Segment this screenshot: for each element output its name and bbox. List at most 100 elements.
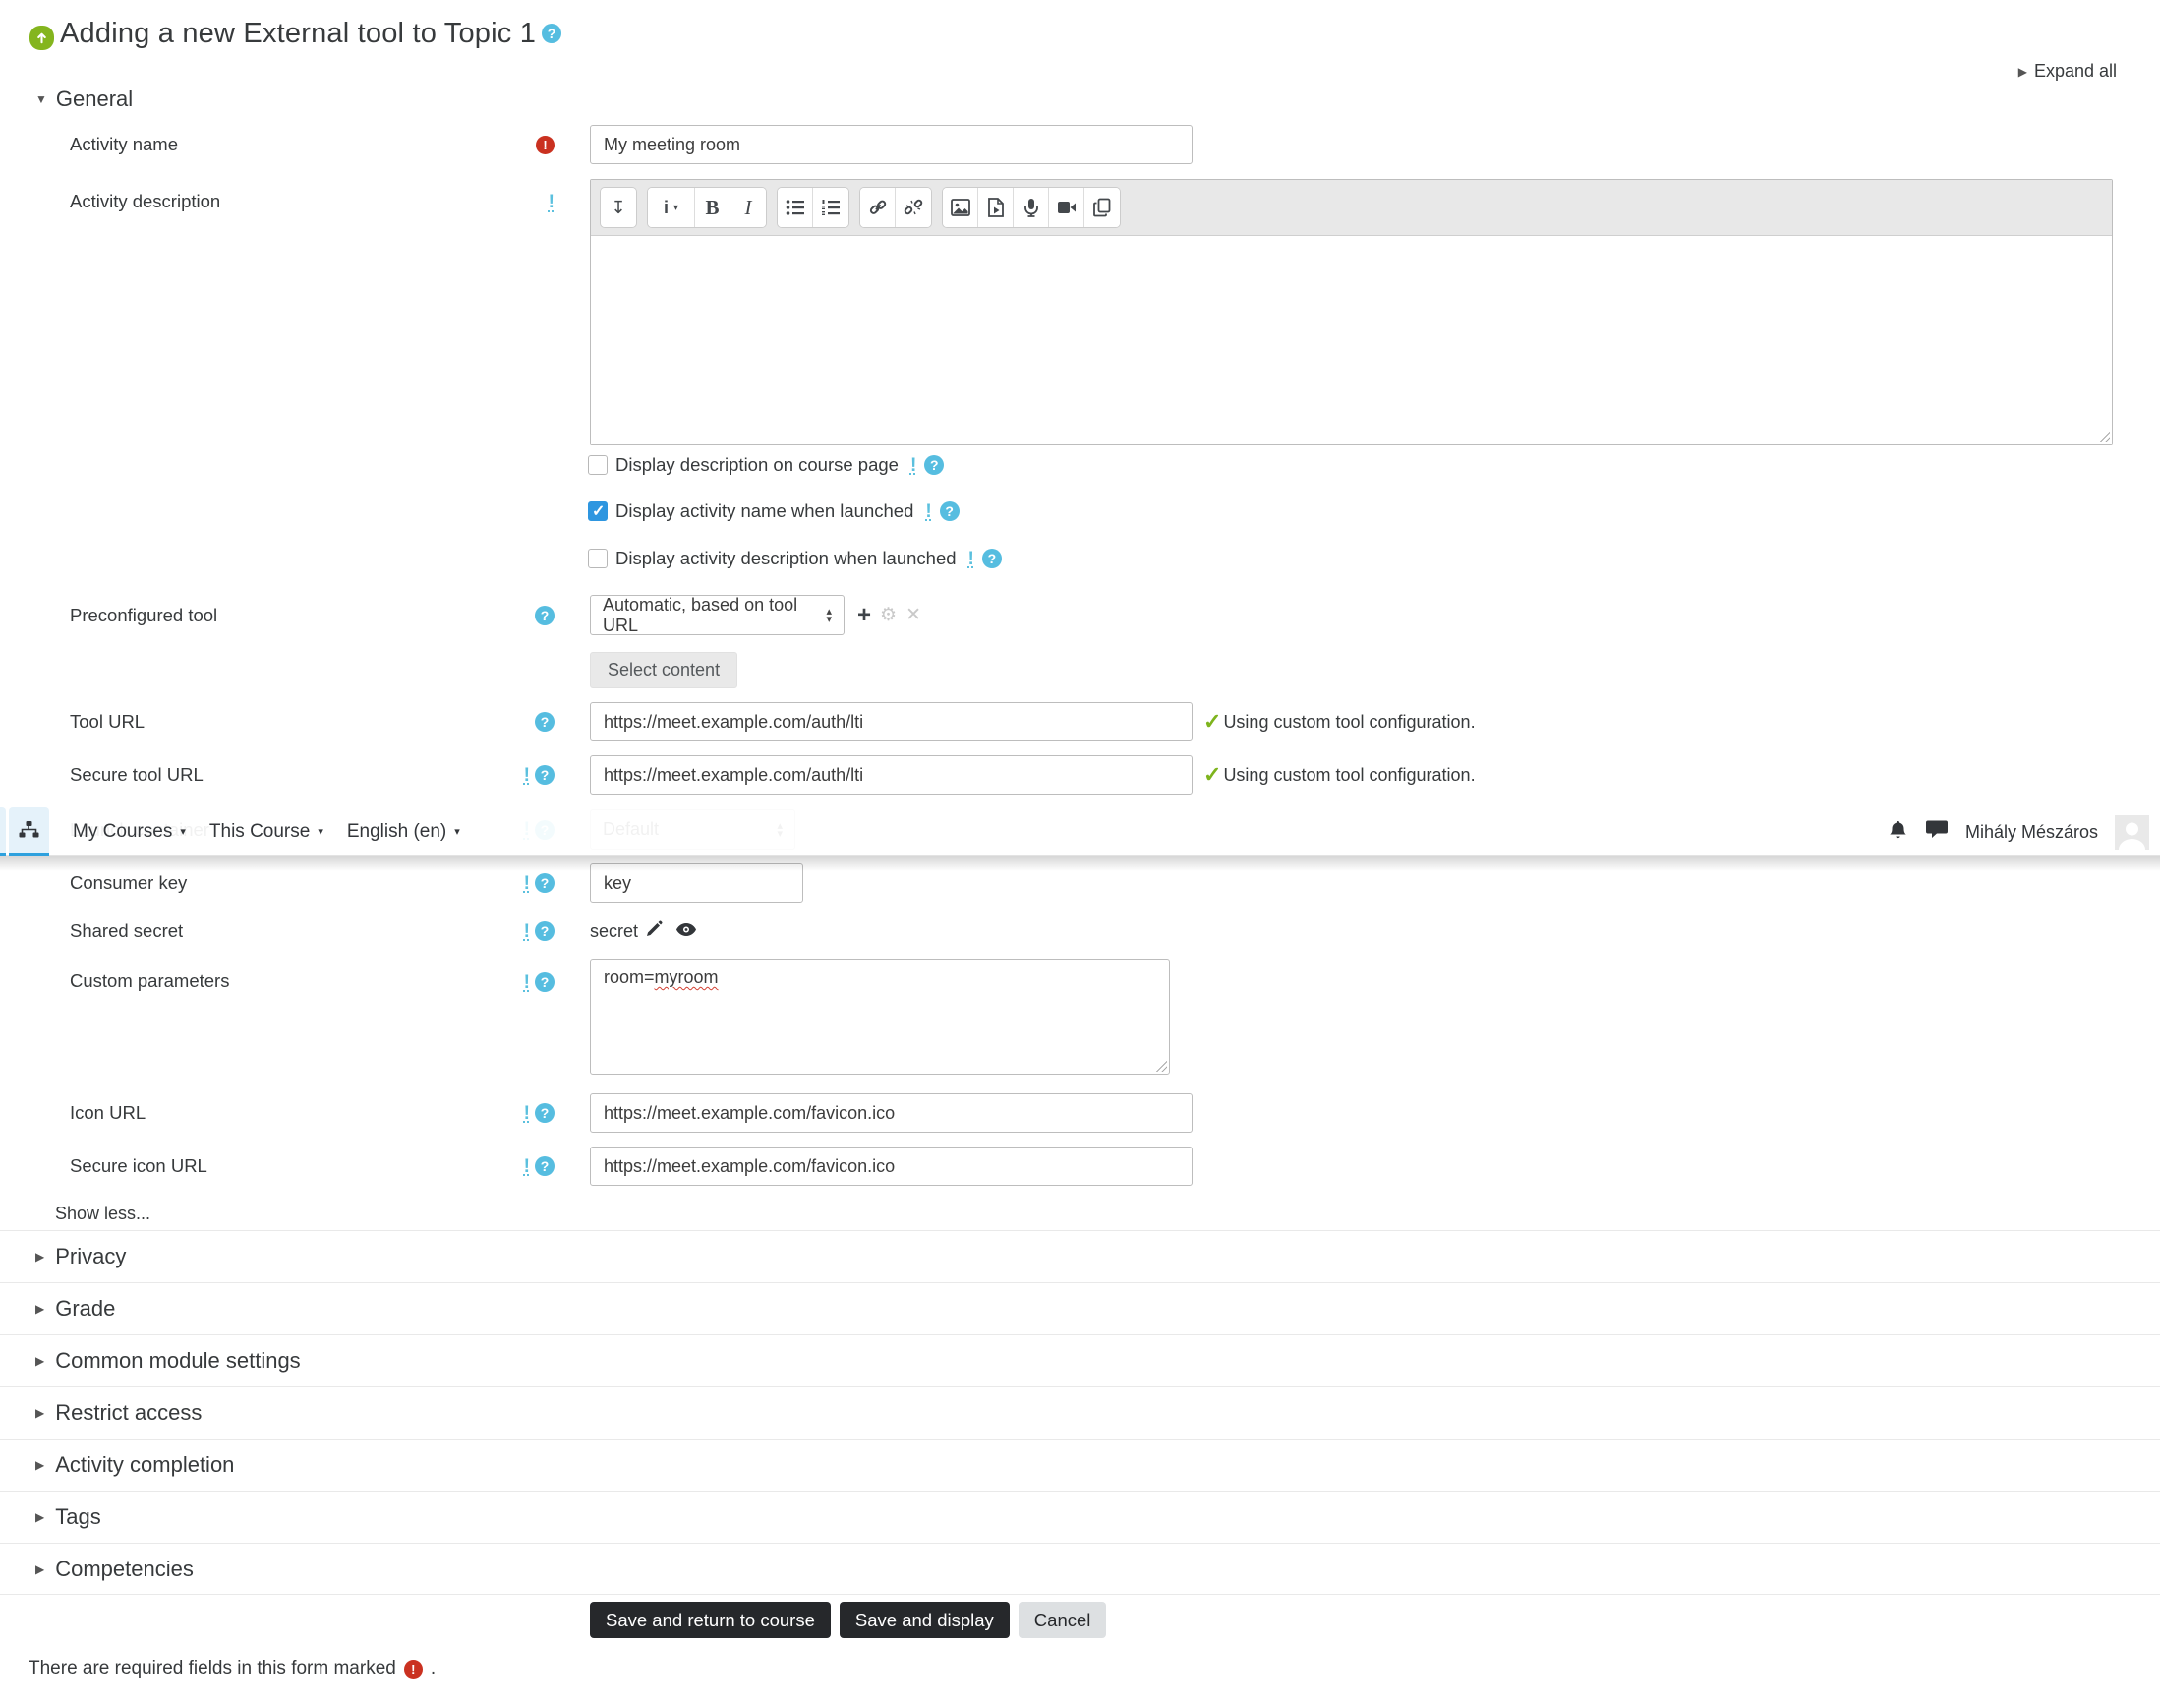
rich-text-editor[interactable]: ↧ i ▾ B I bbox=[590, 179, 2113, 445]
chevron-right-icon: ▶ bbox=[2017, 64, 2027, 79]
chat-icon[interactable] bbox=[1925, 819, 1949, 845]
form-actions: Save and return to course Save and displ… bbox=[590, 1602, 1107, 1638]
preconfigured-tool-row: Preconfigured tool ? Automatic, based on… bbox=[0, 595, 2160, 635]
section-header-privacy[interactable]: ▶ Privacy bbox=[0, 1230, 2160, 1282]
nav-this-course[interactable]: This Course ▾ bbox=[209, 821, 323, 843]
record-audio-icon[interactable] bbox=[1014, 188, 1049, 227]
section-header-competencies[interactable]: ▶ Competencies bbox=[0, 1543, 2160, 1595]
delete-tool-icon: ✕ bbox=[905, 605, 921, 625]
activity-name-label: Activity name bbox=[70, 134, 179, 154]
expand-all-link[interactable]: ▶ Expand all bbox=[2018, 61, 2117, 82]
user-name[interactable]: Mihály Mészáros bbox=[1965, 822, 2098, 843]
image-icon[interactable] bbox=[943, 188, 978, 227]
advanced-icon: ! bbox=[523, 872, 530, 894]
tool-url-input[interactable] bbox=[590, 702, 1193, 741]
advanced-icon: ! bbox=[523, 764, 530, 786]
help-icon[interactable]: ? bbox=[535, 765, 555, 785]
help-icon[interactable]: ? bbox=[981, 549, 1002, 568]
secure-tool-url-status: ✓ Using custom tool configuration. bbox=[1203, 762, 1476, 787]
secure-icon-url-row: Secure icon URL !? bbox=[0, 1147, 2160, 1186]
activity-name-input[interactable] bbox=[590, 125, 1193, 164]
resize-handle[interactable] bbox=[1154, 1059, 1167, 1072]
bullet-list-icon[interactable] bbox=[778, 188, 813, 227]
bold-icon[interactable]: B bbox=[695, 188, 730, 227]
caret-down-icon: ▾ bbox=[454, 826, 460, 838]
checkbox[interactable] bbox=[588, 455, 608, 475]
custom-parameters-textarea[interactable]: room=myroom bbox=[590, 959, 1170, 1075]
help-icon[interactable]: ? bbox=[535, 972, 555, 992]
select-content-button[interactable]: Select content bbox=[590, 652, 738, 688]
unlink-icon[interactable] bbox=[896, 188, 931, 227]
advanced-icon: ! bbox=[909, 454, 917, 476]
avatar[interactable] bbox=[2115, 814, 2149, 850]
bell-icon[interactable] bbox=[1888, 819, 1908, 846]
external-tool-icon bbox=[29, 26, 54, 50]
icon-url-input[interactable] bbox=[590, 1093, 1193, 1133]
display-activity-description-checkbox-row: Display activity description when launch… bbox=[588, 548, 1002, 569]
advanced-icon: ! bbox=[925, 501, 932, 522]
help-icon[interactable]: ? bbox=[535, 605, 555, 625]
caret-down-icon: ▾ bbox=[180, 826, 186, 838]
shared-secret-value: secret bbox=[590, 920, 639, 941]
display-activity-name-checkbox-row: Display activity name when launched ! ? bbox=[588, 501, 960, 522]
shared-secret-label: Shared secret bbox=[70, 920, 184, 941]
consumer-key-label: Consumer key bbox=[70, 872, 188, 893]
help-icon[interactable]: ? bbox=[542, 24, 562, 43]
tool-url-row: Tool URL ? ✓ Using custom tool configura… bbox=[0, 702, 2160, 741]
nav-tab-partial[interactable] bbox=[0, 806, 6, 856]
navbar-shadow bbox=[0, 856, 2160, 871]
checkbox[interactable] bbox=[588, 549, 608, 568]
chevron-right-icon: ▶ bbox=[35, 1561, 45, 1576]
resize-handle[interactable] bbox=[2097, 430, 2110, 442]
nav-language[interactable]: English (en) ▾ bbox=[347, 821, 460, 843]
italic-icon[interactable]: I bbox=[730, 188, 766, 227]
link-icon[interactable] bbox=[860, 188, 896, 227]
checkbox-checked[interactable] bbox=[588, 501, 608, 521]
ordered-list-icon[interactable] bbox=[813, 188, 848, 227]
paragraph-style-icon[interactable]: i ▾ bbox=[648, 188, 695, 227]
required-fields-note: There are required fields in this form m… bbox=[29, 1658, 437, 1679]
help-icon[interactable]: ? bbox=[924, 455, 945, 475]
secure-tool-url-input[interactable] bbox=[590, 755, 1193, 795]
chevron-right-icon: ▶ bbox=[35, 1302, 45, 1316]
manage-files-icon[interactable] bbox=[1084, 188, 1120, 227]
chevron-right-icon: ▶ bbox=[35, 1250, 45, 1264]
section-header-grade[interactable]: ▶ Grade bbox=[0, 1282, 2160, 1334]
advanced-icon: ! bbox=[548, 192, 555, 212]
activity-name-row: Activity name ! bbox=[0, 125, 2160, 164]
editor-content-area[interactable] bbox=[591, 236, 2112, 444]
secure-icon-url-input[interactable] bbox=[590, 1147, 1193, 1186]
section-header-tags[interactable]: ▶ Tags bbox=[0, 1491, 2160, 1543]
help-icon[interactable]: ? bbox=[535, 1156, 555, 1176]
show-secret-eye-icon[interactable] bbox=[675, 921, 697, 942]
help-icon[interactable]: ? bbox=[535, 712, 555, 732]
media-icon[interactable] bbox=[978, 188, 1014, 227]
sitemap-icon[interactable] bbox=[9, 806, 49, 856]
edit-pencil-icon[interactable] bbox=[645, 920, 663, 943]
save-and-display-button[interactable]: Save and display bbox=[839, 1602, 1010, 1638]
misspelled-word: myroom bbox=[654, 968, 719, 987]
navbar: My Courses ▾ This Course ▾ English (en) … bbox=[0, 806, 2160, 856]
secure-tool-url-row: Secure tool URL !? ✓ Using custom tool c… bbox=[0, 755, 2160, 795]
advanced-icon: ! bbox=[523, 972, 530, 993]
chevron-right-icon: ▶ bbox=[35, 1406, 45, 1420]
section-header-activity-completion[interactable]: ▶ Activity completion bbox=[0, 1439, 2160, 1491]
chevron-down-icon: ▼ bbox=[35, 92, 47, 106]
collapse-toolbar-icon[interactable]: ↧ bbox=[601, 188, 636, 227]
check-icon: ✓ bbox=[1203, 762, 1222, 787]
help-icon[interactable]: ? bbox=[939, 501, 960, 521]
nav-my-courses[interactable]: My Courses ▾ bbox=[73, 821, 186, 843]
record-video-icon[interactable] bbox=[1049, 188, 1084, 227]
help-icon[interactable]: ? bbox=[535, 921, 555, 941]
section-header-common-module-settings[interactable]: ▶ Common module settings bbox=[0, 1334, 2160, 1386]
cancel-button[interactable]: Cancel bbox=[1018, 1602, 1107, 1638]
add-tool-icon[interactable]: + bbox=[857, 603, 871, 627]
save-and-return-button[interactable]: Save and return to course bbox=[590, 1602, 831, 1638]
section-header-general[interactable]: ▼ General bbox=[35, 87, 133, 112]
preconfigured-tool-select[interactable]: Automatic, based on tool URL ▴ ▾ bbox=[590, 595, 845, 635]
section-header-restrict-access[interactable]: ▶ Restrict access bbox=[0, 1386, 2160, 1439]
help-icon[interactable]: ? bbox=[535, 1103, 555, 1123]
show-less-link[interactable]: Show less... bbox=[55, 1204, 150, 1224]
preconfigured-tool-label: Preconfigured tool bbox=[70, 604, 218, 625]
help-icon[interactable]: ? bbox=[535, 873, 555, 893]
